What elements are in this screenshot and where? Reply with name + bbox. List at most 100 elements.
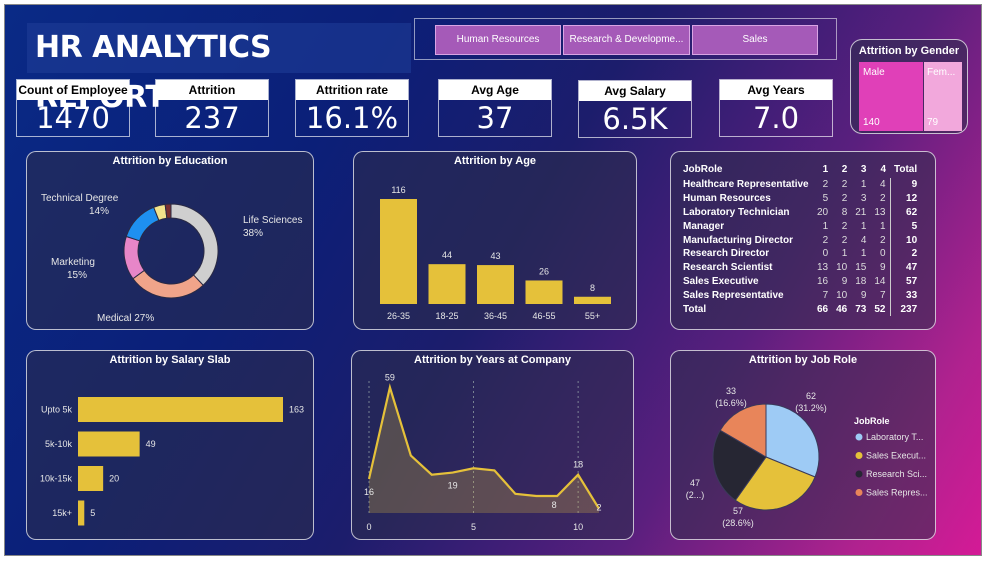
matrix-cell: 14	[874, 275, 886, 287]
jobrole-pie-chart: 62 (31.2%) 57 (28.6%) 47 (2...) 33 (16.6%) JobRo…	[686, 386, 928, 528]
matrix-row-label: Manufacturing Director	[683, 234, 794, 246]
matrix-cell: 0	[879, 248, 886, 260]
matrix-cell: 3	[860, 193, 867, 205]
kpi-value: 37	[476, 101, 514, 135]
table-row: Research Scientist 13 10 15 9 47	[681, 260, 922, 275]
age-axis-label: 26-35	[387, 311, 410, 321]
matrix-header-col: 3	[860, 163, 867, 175]
matrix-cell: 1	[841, 248, 848, 260]
matrix-cell: 2	[822, 234, 829, 246]
matrix-cell: 2	[822, 179, 829, 191]
education-label: Medical 27%	[97, 313, 154, 324]
jobrole-legend-label: Laboratory T...	[866, 432, 923, 442]
age-axis-label: 46-55	[532, 311, 555, 321]
jobrole-legend-title: JobRole	[854, 416, 890, 426]
age-bar-46-55	[525, 280, 563, 304]
matrix-cell: 2	[841, 234, 848, 246]
page-title: HR ANALYTICS REPORT	[27, 23, 411, 115]
age-bar-26-35	[380, 199, 417, 304]
matrix-cell: 33	[889, 288, 922, 303]
jobrole-data-label: 47	[690, 478, 700, 488]
matrix-cell: 16	[817, 275, 829, 287]
years-area-chart: 16 59 19 8 18 2 0 5 10	[364, 372, 602, 532]
education-label: Life Sciences	[243, 215, 302, 226]
jobrole-matrix-card: JobRole 1 2 3 4 Total Healthcare Representati…	[670, 151, 936, 330]
matrix-row-label: Human Resources	[683, 193, 771, 205]
jobrole-data-pct: (31.2%)	[795, 403, 827, 413]
kpi-avg-years: Avg Years 7.0	[719, 79, 833, 137]
age-bar-55+	[574, 296, 611, 304]
slicer-research-development[interactable]: Research & Developme...	[563, 25, 690, 55]
matrix-cell: 1	[860, 179, 867, 191]
matrix-cell: 2	[879, 234, 886, 246]
matrix-cell: 47	[889, 260, 922, 275]
table-row: Manager 1 2 1 1 5	[681, 219, 922, 234]
jobrole-matrix: JobRole 1 2 3 4 Total Healthcare Representati…	[681, 160, 922, 316]
age-bar-18-25	[428, 264, 466, 304]
years-data-label: 2	[596, 503, 601, 513]
matrix-cell: 62	[889, 205, 922, 220]
legend-swatch	[855, 433, 863, 441]
matrix-row-label: Sales Executive	[683, 275, 759, 287]
salary-axis-label: Upto 5k	[41, 405, 73, 415]
legend-swatch	[855, 470, 863, 478]
age-axis-label: 18-25	[435, 311, 458, 321]
matrix-cell: 2	[841, 220, 848, 232]
kpi-value: 237	[184, 101, 240, 135]
matrix-cell: 21	[855, 206, 867, 218]
jobrole-data-label: 33	[726, 386, 736, 396]
kpi-avg-age: Avg Age 37	[438, 79, 552, 137]
education-pct: 14%	[89, 206, 109, 217]
kpi-attrition: Attrition 237	[155, 79, 269, 137]
matrix-header-col: 4	[880, 163, 886, 175]
table-row: Healthcare Representative 2 2 1 4 9	[681, 178, 922, 192]
kpi-label: Count of Employee	[17, 80, 129, 100]
matrix-header-col: Total	[894, 163, 918, 175]
years-data-label: 18	[573, 460, 583, 470]
education-donut-chart: Life Sciences 38% Medical 27% Marketing 15% T…	[41, 193, 302, 324]
matrix-cell: 73	[855, 303, 867, 315]
matrix-cell: 4	[879, 179, 886, 191]
education-pct: 38%	[243, 228, 263, 239]
matrix-cell: 2	[841, 179, 848, 191]
salary-bar-3	[78, 500, 85, 526]
matrix-row-label: Sales Representative	[683, 289, 784, 301]
salary-bar-value: 5	[90, 508, 95, 518]
education-slice-3	[125, 206, 160, 242]
table-row: Sales Executive 16 9 18 14 57	[681, 274, 922, 289]
slicer-human-resources[interactable]: Human Resources	[435, 25, 561, 55]
legend-swatch	[855, 452, 863, 459]
education-label: Marketing	[51, 257, 95, 268]
matrix-cell: 9	[879, 262, 886, 274]
matrix-header-col: 2	[841, 163, 848, 175]
education-slice-2	[123, 235, 146, 280]
gender-male-block[interactable]: Male 140	[859, 62, 923, 131]
years-data-label: 59	[385, 372, 395, 382]
salary-bar-2	[78, 466, 104, 491]
age-axis-label: 55+	[585, 311, 600, 321]
matrix-cell: 66	[817, 303, 829, 315]
kpi-attrition-rate: Attrition rate 16.1%	[295, 79, 409, 137]
slicer-sales[interactable]: Sales	[692, 25, 818, 55]
gender-female-value: 79	[927, 117, 939, 128]
matrix-cell: 9	[889, 178, 922, 192]
matrix-cell: 46	[836, 303, 848, 315]
age-bar-value: 116	[391, 185, 405, 195]
matrix-cell: 237	[889, 302, 922, 316]
age-bar-value: 44	[442, 250, 452, 260]
matrix-cell: 57	[889, 274, 922, 289]
matrix-header-jobrole[interactable]: JobRole	[681, 160, 813, 178]
matrix-cell: 5	[822, 193, 829, 205]
salary-axis-label: 10k-15k	[40, 474, 73, 484]
matrix-cell: 1	[822, 220, 829, 232]
years-data-label: 8	[552, 500, 557, 510]
matrix-cell: 52	[874, 303, 886, 315]
gender-female-block[interactable]: Fem... 79	[924, 62, 962, 131]
matrix-cell: 13	[817, 262, 829, 274]
age-bar-36-45	[477, 265, 514, 304]
matrix-cell: 15	[855, 262, 867, 274]
matrix-cell: 10	[889, 233, 922, 247]
kpi-value: 16.1%	[305, 101, 399, 135]
salary-card: Attrition by Salary Slab 163 Upto 5k 49 5k-…	[26, 350, 314, 540]
salary-bar-value: 163	[289, 405, 304, 415]
